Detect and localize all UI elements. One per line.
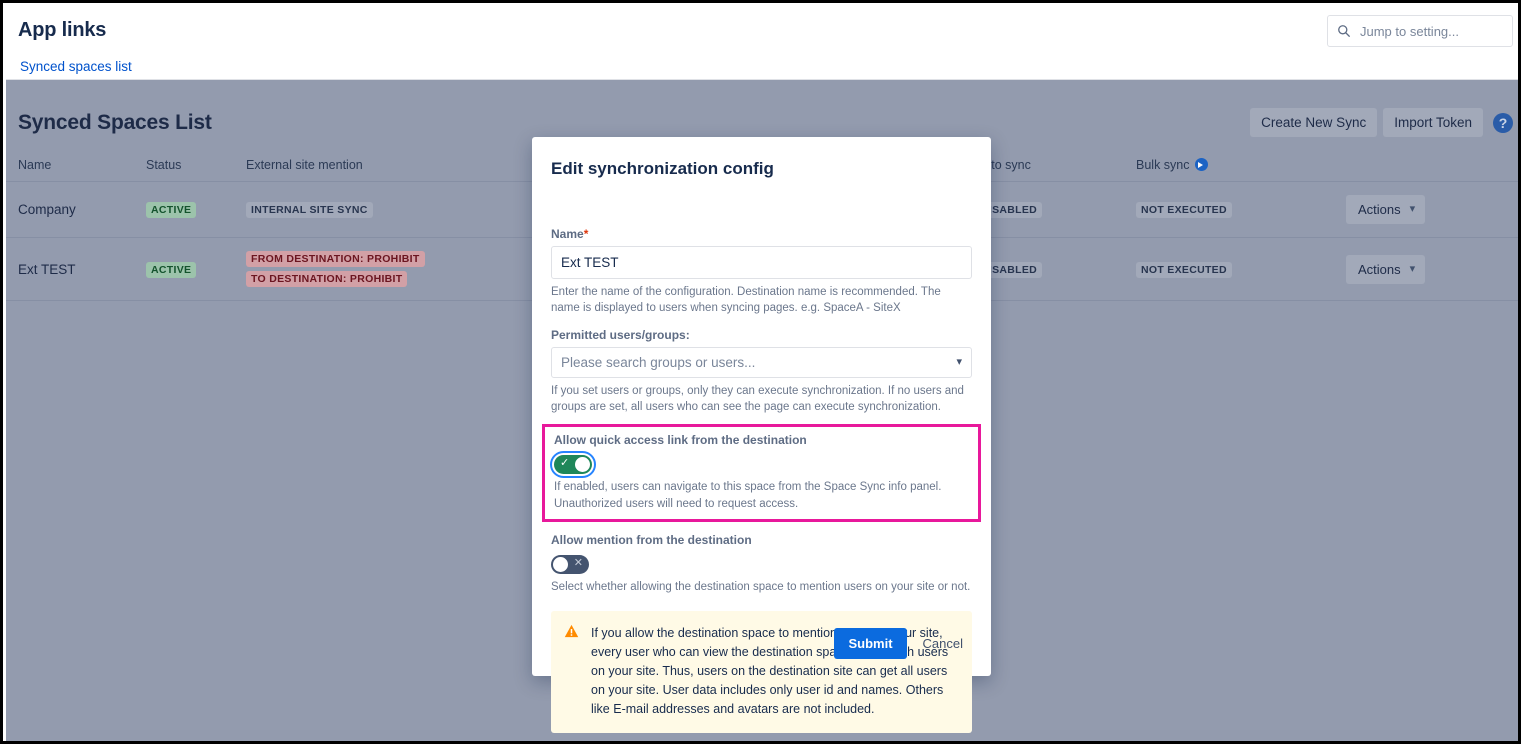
cell-actions: Actions ▾ — [1346, 238, 1521, 301]
cell-auto-sync: DISABLED — [976, 238, 1136, 301]
bulk-sync-badge: NOT EXECUTED — [1136, 202, 1232, 218]
name-input[interactable] — [551, 246, 972, 279]
actions-dropdown-label: Actions — [1358, 202, 1401, 217]
name-field-label-text: Name — [551, 227, 584, 241]
quick-access-toggle[interactable]: ✓ — [554, 455, 592, 474]
name-field-label: Name* — [551, 227, 972, 241]
top-bar: App links Synced spaces list — [6, 6, 1521, 80]
page-content-dimmed: Synced Spaces List Create New Sync Impor… — [6, 80, 1521, 744]
app-window: App links Synced spaces list Synced Spac… — [0, 0, 1521, 744]
status-badge: ACTIVE — [146, 262, 196, 278]
status-badge: ACTIVE — [146, 202, 196, 218]
permitted-users-select[interactable]: Please search groups or users... ▾ — [551, 347, 972, 378]
chevron-down-icon: ▾ — [956, 357, 962, 368]
name-field-help: Enter the name of the configuration. Des… — [551, 284, 972, 317]
cell-name: Company — [6, 182, 146, 238]
quick-access-highlight-box: Allow quick access link from the destina… — [542, 424, 981, 522]
column-header-external-site-mention: External site mention — [246, 152, 546, 182]
cell-actions: Actions ▾ — [1346, 182, 1521, 238]
chevron-down-icon: ▾ — [1410, 264, 1416, 275]
external-mention-badge: INTERNAL SITE SYNC — [246, 202, 373, 218]
cell-external-mention: INTERNAL SITE SYNC — [246, 182, 546, 238]
mention-toggle[interactable]: ✕ — [551, 555, 589, 574]
bulk-sync-badge: NOT EXECUTED — [1136, 262, 1232, 278]
permitted-users-label: Permitted users/groups: — [551, 328, 972, 342]
page-title: App links — [18, 19, 106, 42]
quick-access-label: Allow quick access link from the destina… — [554, 433, 969, 447]
required-asterisk: * — [584, 227, 589, 241]
edit-sync-config-modal: Edit synchronization config Name* Enter … — [532, 137, 991, 676]
search-icon — [1337, 24, 1351, 38]
toggle-knob — [575, 457, 590, 472]
column-header-bulk-sync-label: Bulk sync — [1136, 158, 1190, 172]
external-mention-badge: TO DESTINATION: PROHIBIT — [246, 271, 407, 287]
search-input[interactable] — [1351, 23, 1521, 40]
arrow-circle-right-icon[interactable] — [1195, 158, 1208, 171]
mention-help: Select whether allowing the destination … — [551, 579, 972, 595]
submit-button[interactable]: Submit — [834, 628, 906, 659]
cell-external-mention: FROM DESTINATION: PROHIBIT TO DESTINATIO… — [246, 238, 546, 301]
cell-auto-sync: DISABLED — [976, 182, 1136, 238]
cell-bulk-sync: NOT EXECUTED — [1136, 238, 1346, 301]
cell-status: ACTIVE — [146, 182, 246, 238]
question-circle-icon[interactable]: ? — [1493, 113, 1513, 133]
modal-footer: Submit Cancel — [834, 628, 972, 659]
permitted-users-help: If you set users or groups, only they ca… — [551, 383, 972, 416]
cell-name: Ext TEST — [6, 238, 146, 301]
actions-dropdown-label: Actions — [1358, 262, 1401, 277]
cell-status: ACTIVE — [146, 238, 246, 301]
import-token-button[interactable]: Import Token — [1383, 108, 1483, 137]
permitted-users-value: Please search groups or users... — [561, 355, 755, 370]
column-header-name: Name — [6, 152, 146, 182]
panel-actions: Create New Sync Import Token ? — [1250, 108, 1513, 137]
toggle-knob — [553, 557, 568, 572]
cross-icon: ✕ — [574, 558, 583, 569]
chevron-down-icon: ▾ — [1410, 204, 1416, 215]
cell-bulk-sync: NOT EXECUTED — [1136, 182, 1346, 238]
search-box[interactable] — [1327, 15, 1513, 47]
column-header-actions — [1346, 152, 1521, 182]
column-header-status: Status — [146, 152, 246, 182]
quick-access-help: If enabled, users can navigate to this s… — [554, 479, 969, 512]
column-header-bulk-sync: Bulk sync — [1136, 152, 1346, 182]
modal-title: Edit synchronization config — [551, 159, 972, 179]
column-header-auto-sync: Auto sync — [976, 152, 1136, 182]
create-new-sync-button[interactable]: Create New Sync — [1250, 108, 1377, 137]
actions-dropdown-button[interactable]: Actions ▾ — [1346, 255, 1425, 284]
cancel-button[interactable]: Cancel — [914, 628, 972, 659]
panel-title: Synced Spaces List — [18, 111, 212, 135]
check-icon: ✓ — [560, 458, 569, 469]
warning-triangle-icon — [564, 624, 579, 719]
actions-dropdown-button[interactable]: Actions ▾ — [1346, 195, 1425, 224]
mention-label: Allow mention from the destination — [551, 533, 972, 547]
external-mention-badge: FROM DESTINATION: PROHIBIT — [246, 251, 425, 267]
